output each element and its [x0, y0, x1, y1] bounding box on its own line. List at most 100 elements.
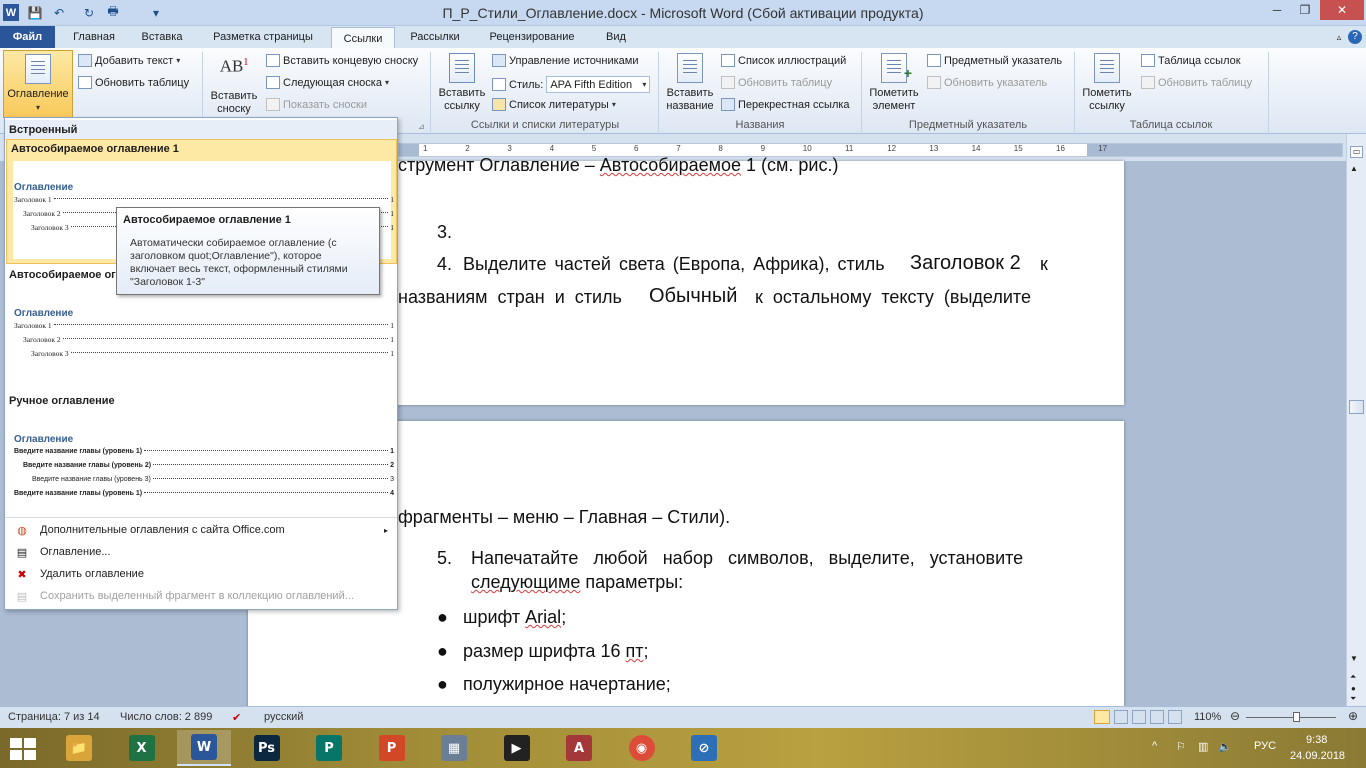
tab-review[interactable]: Рецензирование	[476, 26, 588, 48]
zoom-slider[interactable]	[1246, 717, 1336, 718]
cross-reference-button[interactable]: Перекрестная ссылка	[721, 98, 850, 111]
print-layout-view-icon[interactable]	[1094, 710, 1110, 724]
tab-mailings[interactable]: Рассылки	[400, 26, 470, 48]
toc-auto2-preview[interactable]: Оглавление Заголовок 11 Заголовок 21 Заг…	[14, 308, 394, 361]
explorer-icon: 📁	[66, 735, 92, 761]
taskbar-chrome-button[interactable]: ◉	[615, 730, 669, 766]
full-screen-view-icon[interactable]	[1114, 710, 1128, 724]
doc-bullet-2: ●	[437, 641, 448, 661]
update-index-button[interactable]: Обновить указатель	[927, 76, 1047, 89]
insert-index-button[interactable]: Предметный указатель	[927, 54, 1062, 67]
next-page-icon[interactable]: ⏷	[1350, 694, 1356, 704]
scroll-down-icon[interactable]: ▼	[1350, 654, 1358, 663]
update-authorities-button[interactable]: Обновить таблицу	[1141, 76, 1252, 89]
taskbar-explorer-button[interactable]: 📁	[52, 730, 106, 766]
footnotes-launcher-icon[interactable]: ⊿	[418, 122, 425, 131]
status-bar: Страница: 7 из 14 Число слов: 2 899 ✔ ру…	[0, 706, 1366, 728]
taskbar-powerpoint-button[interactable]: P	[365, 730, 419, 766]
tab-page-layout[interactable]: Разметка страницы	[200, 26, 326, 48]
remove-toc-item[interactable]: ✖ Удалить оглавление	[5, 563, 397, 585]
ruler-mark: 17	[1098, 144, 1108, 153]
minimize-button[interactable]: ─	[1262, 0, 1292, 20]
vertical-scrollbar[interactable]: ▭ ▲ ▼ ⏶ ● ⏷	[1346, 134, 1366, 706]
toc-auto2-title[interactable]: Автособираемое ог	[9, 269, 116, 281]
toc-dialog-item[interactable]: ▤ Оглавление...	[5, 541, 397, 563]
ruler-mark: 7	[676, 144, 681, 153]
taskbar-access-button[interactable]: A	[552, 730, 606, 766]
zoom-slider-thumb[interactable]	[1293, 712, 1300, 722]
toc-button[interactable]: Оглавление ▾	[3, 50, 73, 118]
ruler-mark: 13	[929, 144, 939, 153]
insert-caption-button[interactable]: Вставить название	[662, 50, 718, 113]
minimize-ribbon-icon[interactable]: ▵	[1332, 26, 1346, 48]
insert-citation-label: Вставить ссылку	[438, 87, 486, 112]
list-illustrations-button[interactable]: Список иллюстраций	[721, 54, 846, 67]
web-layout-view-icon[interactable]	[1132, 710, 1146, 724]
ruler-mark: 5	[591, 144, 597, 153]
outline-view-icon[interactable]	[1150, 710, 1164, 724]
taskbar-word-button[interactable]: W	[177, 730, 231, 766]
update-figure-table-button[interactable]: Обновить таблицу	[721, 76, 832, 89]
insert-footnote-button[interactable]: AB1 Вставить сноску	[206, 50, 262, 116]
ruler-mark: 8	[718, 144, 723, 153]
toc-icon	[25, 54, 51, 84]
tab-home[interactable]: Главная	[62, 26, 126, 48]
language-status[interactable]: русский	[264, 711, 303, 723]
mark-entry-button[interactable]: + Пометить элемент	[864, 50, 924, 113]
clock-date[interactable]: 24.09.2018	[1290, 750, 1345, 762]
clock-time[interactable]: 9:38	[1306, 734, 1327, 746]
prev-page-icon[interactable]: ⏶	[1350, 672, 1356, 682]
taskbar-video-button[interactable]: ▶	[490, 730, 544, 766]
zoom-out-icon[interactable]: ⊖	[1230, 709, 1240, 723]
taskbar-calculator-button[interactable]: ▦	[427, 730, 481, 766]
taskbar-publisher-button[interactable]: P	[302, 730, 356, 766]
tab-view[interactable]: Вид	[596, 26, 636, 48]
help-icon[interactable]: ?	[1348, 30, 1362, 44]
volume-icon[interactable]: 🔈	[1218, 740, 1232, 753]
next-footnote-button[interactable]: Следующая сноска ▾	[266, 76, 389, 89]
style-select[interactable]: APA Fifth Edition ▾	[546, 76, 651, 93]
taskbar-photoshop-button[interactable]: Ps	[240, 730, 294, 766]
ruler-toggle-icon[interactable]: ▭	[1350, 146, 1363, 158]
taskbar-excel-button[interactable]: X	[115, 730, 169, 766]
toc-manual-title[interactable]: Ручное оглавление	[9, 395, 115, 407]
page-count[interactable]: Страница: 7 из 14	[8, 711, 100, 723]
word-count[interactable]: Число слов: 2 899	[120, 711, 212, 723]
add-text-button[interactable]: Добавить текст ▾	[78, 54, 180, 67]
restore-button[interactable]: ❐	[1290, 0, 1320, 20]
style-label: Стиль:	[509, 78, 544, 91]
start-icon[interactable]	[10, 738, 36, 760]
save-gallery-icon: ▤	[16, 590, 28, 603]
insert-authorities-button[interactable]: Таблица ссылок	[1141, 54, 1241, 67]
citations-group-label: Ссылки и списки литературы	[470, 119, 620, 131]
zoom-in-icon[interactable]: ⊕	[1348, 709, 1358, 723]
zoom-level[interactable]: 110%	[1194, 711, 1221, 723]
mark-citation-button[interactable]: Пометить ссылку	[1078, 50, 1136, 113]
ruler-mark: 4	[549, 144, 555, 153]
scroll-up-icon[interactable]: ▲	[1350, 164, 1358, 173]
close-button[interactable]: ✕	[1320, 0, 1364, 20]
toc-manual-preview[interactable]: Оглавление Введите название главы (урове…	[14, 434, 394, 501]
flag-icon[interactable]: ⚐	[1176, 740, 1186, 753]
manage-sources-button[interactable]: Управление источниками	[492, 54, 638, 67]
ruler-mark: 10	[802, 144, 812, 153]
draft-view-icon[interactable]	[1168, 710, 1182, 724]
photoshop-icon: Ps	[253, 735, 280, 761]
taskbar-app-button[interactable]: ⊘	[677, 730, 731, 766]
insert-citation-button[interactable]: Вставить ссылку	[434, 50, 490, 113]
input-language[interactable]: РУС	[1254, 740, 1276, 752]
insert-endnote-button[interactable]: Вставить концевую сноску	[266, 54, 418, 67]
proofing-icon[interactable]: ✔	[232, 711, 241, 724]
tab-file[interactable]: Файл	[0, 26, 55, 48]
scroll-thumb[interactable]	[1349, 400, 1364, 414]
network-icon[interactable]: ▥	[1198, 740, 1208, 753]
bibliography-button[interactable]: Список литературы ▾	[492, 98, 616, 111]
tray-chevron-icon[interactable]: ^	[1152, 740, 1157, 752]
tab-references[interactable]: Ссылки	[331, 27, 395, 48]
update-toc-button[interactable]: Обновить таблицу	[78, 76, 189, 89]
tab-insert[interactable]: Вставка	[130, 26, 194, 48]
save-selection-item[interactable]: ▤ Сохранить выделенный фрагмент в коллекц…	[5, 585, 397, 607]
more-tocs-online[interactable]: ◍ Дополнительные оглавления с сайта Offic…	[5, 519, 397, 541]
show-notes-button[interactable]: Показать сноски	[266, 98, 367, 111]
browse-object-icon[interactable]: ●	[1351, 684, 1356, 693]
